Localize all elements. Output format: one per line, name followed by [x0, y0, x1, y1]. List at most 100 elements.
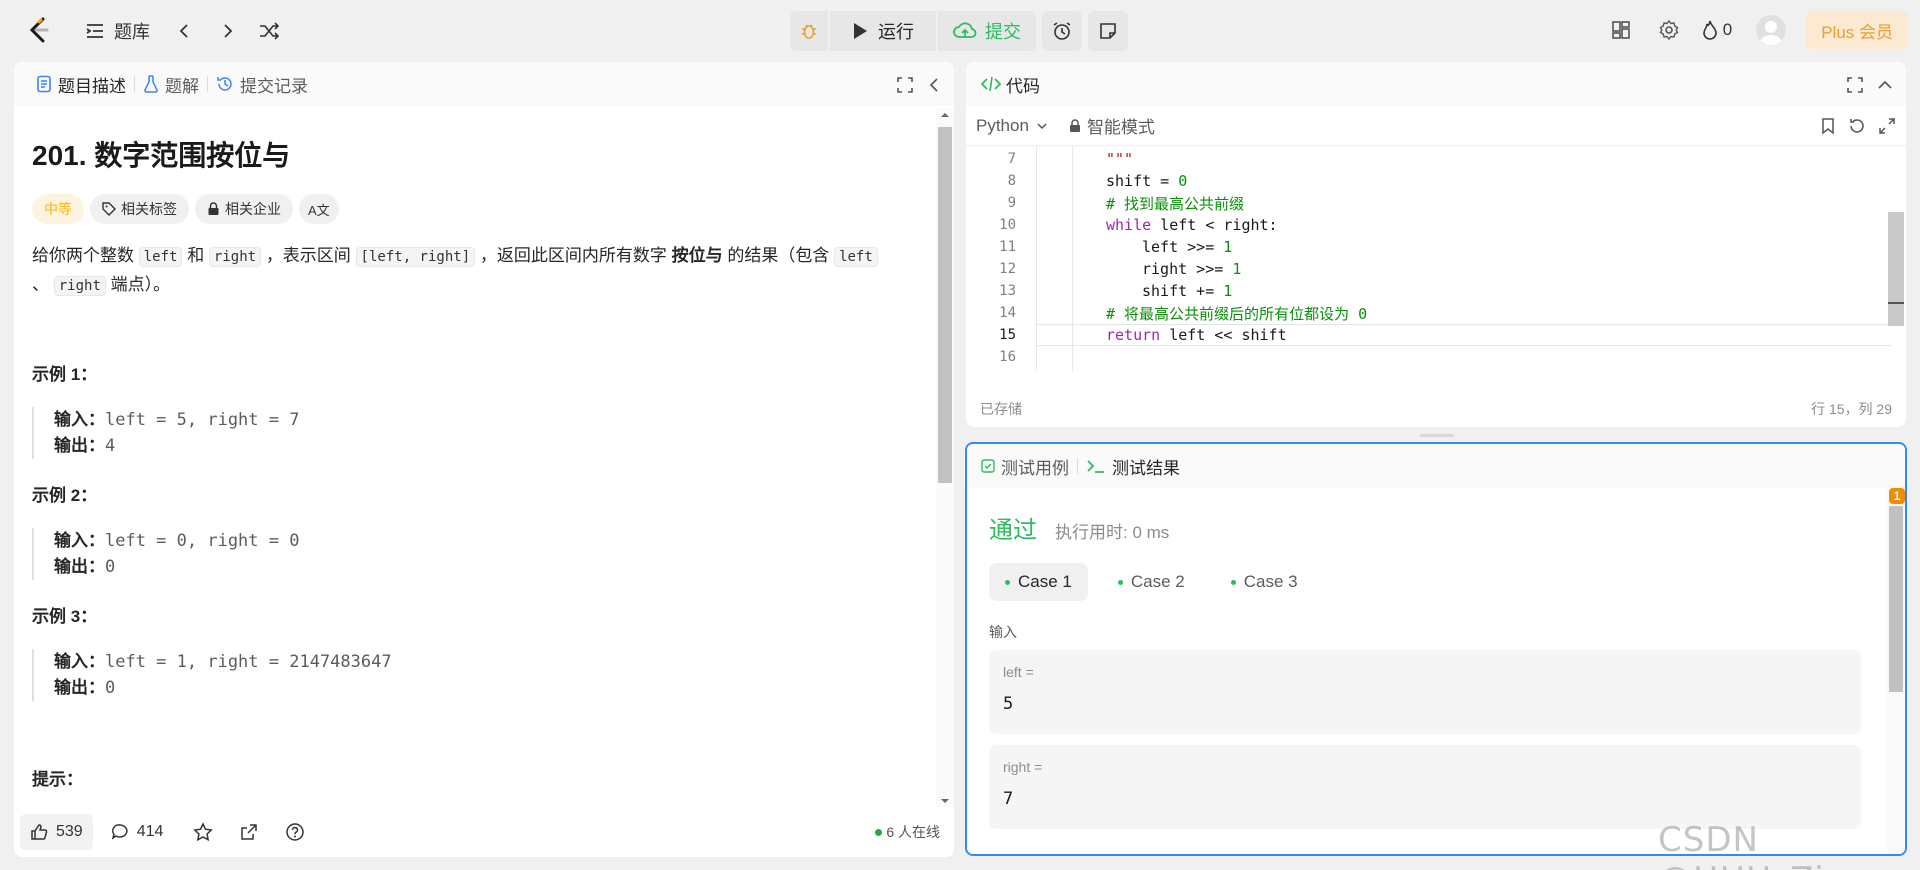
next-problem-icon[interactable] [218, 22, 236, 40]
description-scrollbar[interactable] [936, 108, 954, 808]
related-companies-button[interactable]: 相关企业 [195, 194, 293, 224]
desc-bold: 按位与 [671, 246, 723, 265]
output-label: 输出： [54, 557, 105, 576]
translate-icon: A文 [308, 202, 330, 218]
tag-row: 中等 相关标签 相关企业 A文 [32, 194, 920, 224]
flame-icon [1702, 20, 1717, 40]
case-label: Case 2 [1130, 572, 1185, 591]
streak-counter[interactable]: 0 [1701, 19, 1732, 41]
run-button[interactable]: 运行 [830, 11, 936, 51]
case-tab-2[interactable]: Case 2 [1102, 563, 1201, 601]
example-output: 4 [105, 436, 116, 456]
code-line: 10 while left < right: [966, 214, 1906, 236]
panel-resize-handle[interactable] [1420, 434, 1454, 437]
like-count: 539 [56, 823, 83, 840]
scroll-down-icon[interactable] [936, 794, 954, 808]
tab-solutions[interactable]: 题解 [135, 72, 207, 97]
fullscreen-icon[interactable] [1846, 76, 1864, 94]
notification-badge[interactable]: 1 [1889, 488, 1905, 504]
layout-icon[interactable] [1597, 20, 1645, 40]
input-label: 输入： [54, 531, 105, 550]
plus-membership-button[interactable]: Plus 会员 [1806, 11, 1908, 49]
result-scrollbar-thumb[interactable] [1889, 506, 1903, 692]
settings-gear-icon[interactable] [1645, 19, 1693, 41]
output-label: 输出： [54, 436, 105, 455]
code-line: 12 right >>= 1 [966, 258, 1906, 280]
expand-icon[interactable] [1878, 117, 1896, 135]
leetcode-logo-icon[interactable] [26, 16, 52, 44]
smart-mode-toggle[interactable]: 智能模式 [1069, 113, 1155, 138]
case-tab-3[interactable]: Case 3 [1215, 563, 1314, 601]
bookmark-icon[interactable] [1820, 117, 1836, 135]
line-text: shift += 1 [1142, 282, 1233, 300]
prev-problem-icon[interactable] [176, 22, 194, 40]
example-block: 输入：left = 5, right = 7 输出：4 [32, 407, 920, 459]
shuffle-icon[interactable] [258, 21, 280, 41]
streak-count: 0 [1722, 20, 1733, 39]
param-box[interactable]: left = 5 [989, 650, 1861, 734]
problem-panel: 题目描述 题解 提交记录 201. 数字范围按位与 中等 相关标签 相关企业 A… [14, 62, 954, 857]
timer-button[interactable] [1042, 11, 1082, 51]
thumbs-up-icon [31, 824, 48, 840]
code-line: 16 [966, 346, 1906, 368]
pass-dot [1230, 579, 1236, 585]
pass-dot [1117, 579, 1123, 585]
desc-text: 给你两个整数 [32, 246, 134, 265]
notes-button[interactable] [1088, 11, 1128, 51]
problem-title[interactable]: 201. 数字范围按位与 [32, 134, 920, 174]
example-heading: 示例 3： [32, 607, 98, 626]
tab-submissions[interactable]: 提交记录 [208, 72, 316, 97]
param-box[interactable]: right = 7 [989, 745, 1861, 829]
debug-button[interactable] [790, 11, 828, 51]
example-output: 0 [105, 678, 116, 698]
param-value: 7 [1003, 789, 1014, 809]
result-scrollbar[interactable] [1887, 488, 1905, 854]
avatar[interactable] [1756, 15, 1787, 45]
problem-list-label: 题库 [114, 22, 150, 42]
online-indicator: 6 人在线 [875, 822, 940, 842]
inline-code: left [138, 247, 183, 267]
favorite-star-icon[interactable] [193, 822, 214, 842]
editor-scrollbar[interactable] [1888, 146, 1904, 371]
result-status-row: 通过 执行用时: 0 ms [989, 510, 1169, 545]
tab-testcase[interactable]: 测试用例 [981, 454, 1069, 479]
line-number: 16 [999, 349, 1016, 365]
collapse-up-icon[interactable] [1876, 76, 1894, 94]
problem-list-button[interactable]: 题库 [84, 18, 150, 44]
editor-scrollbar-thumb[interactable] [1888, 212, 1904, 326]
output-label: 输出： [54, 678, 105, 697]
fullscreen-icon[interactable] [896, 76, 914, 94]
tab-description[interactable]: 题目描述 [28, 72, 134, 97]
play-icon [854, 23, 867, 39]
share-icon[interactable] [239, 822, 259, 842]
line-text: """ [1106, 150, 1134, 168]
lock-icon [1069, 118, 1080, 132]
case-tab-1[interactable]: Case 1 [989, 563, 1088, 601]
inline-code: [left, right] [355, 247, 476, 267]
tab-test-result[interactable]: 测试结果 [1086, 454, 1180, 479]
help-icon[interactable] [285, 822, 305, 842]
code-panel: 代码 Python 智能模式 7 """ 8 shift = 0 9 # 找到最… [966, 62, 1906, 427]
scrollbar-thumb[interactable] [938, 127, 952, 483]
scroll-up-icon[interactable] [936, 108, 954, 122]
translate-button[interactable]: A文 [299, 194, 339, 224]
language-select[interactable]: Python [976, 116, 1049, 136]
code-editor[interactable]: 7 """ 8 shift = 0 9 # 找到最高公共前缀 10 while … [966, 146, 1906, 371]
reset-icon[interactable] [1848, 117, 1866, 135]
line-text: shift = 0 [1106, 172, 1188, 190]
test-result-panel: 测试用例 测试结果 通过 执行用时: 0 ms Case 1 Case 2 Ca… [965, 442, 1907, 856]
like-button[interactable]: 539 [20, 814, 93, 850]
related-tags-button[interactable]: 相关标签 [90, 194, 189, 224]
inline-code: left [834, 247, 878, 267]
collapse-panel-icon[interactable] [926, 76, 942, 94]
watermark: CSDN @HHU_Zi [1658, 820, 1824, 870]
code-line-active: 15 return left << shift [999, 324, 1892, 346]
example-output: 0 [105, 557, 116, 577]
example-block: 输入：left = 0, right = 0 输出：0 [32, 528, 920, 580]
comment-count: 414 [136, 823, 164, 840]
comments-button[interactable]: 414 [111, 823, 164, 841]
desc-text: 和 [187, 246, 205, 265]
related-companies-label: 相关企业 [225, 201, 281, 217]
code-line: 8 shift = 0 [966, 170, 1906, 192]
submit-button[interactable]: 提交 [938, 11, 1036, 51]
